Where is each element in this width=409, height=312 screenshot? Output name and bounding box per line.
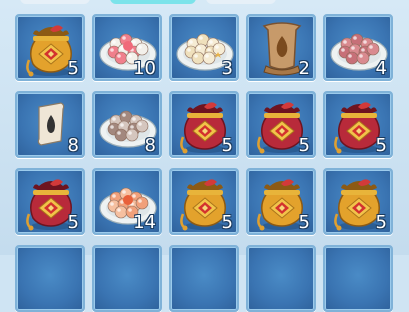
- item-count: 5: [375, 212, 387, 233]
- top-tab-active[interactable]: [110, 0, 196, 4]
- item-count: 5: [298, 135, 310, 156]
- inventory-slot[interactable]: [323, 245, 393, 312]
- item-count: 8: [144, 135, 156, 156]
- inventory-slot[interactable]: 5: [246, 91, 316, 158]
- item-count: 10: [133, 58, 156, 79]
- inventory-slot[interactable]: 5: [15, 14, 85, 81]
- item-count: 4: [375, 58, 387, 79]
- item-count: 2: [298, 58, 310, 79]
- inventory-slot[interactable]: 4: [323, 14, 393, 81]
- inventory-slot[interactable]: 5: [169, 91, 239, 158]
- item-count: 5: [221, 212, 233, 233]
- top-tab-left[interactable]: [20, 0, 90, 4]
- item-count: 5: [67, 212, 79, 233]
- inventory-slot[interactable]: 8: [92, 91, 162, 158]
- top-tab-right[interactable]: [206, 0, 276, 4]
- inventory-slot[interactable]: 5: [323, 168, 393, 235]
- item-count: 3: [221, 58, 233, 79]
- inventory-slot[interactable]: 5: [323, 91, 393, 158]
- item-count: 5: [67, 58, 79, 79]
- inventory-slot[interactable]: [15, 245, 85, 312]
- inventory-slot[interactable]: 10: [92, 14, 162, 81]
- item-count: 5: [221, 135, 233, 156]
- inventory-slot[interactable]: 2: [246, 14, 316, 81]
- inventory-slot[interactable]: 5: [15, 168, 85, 235]
- inventory-slot[interactable]: 5: [246, 168, 316, 235]
- inventory-slot[interactable]: 8: [15, 91, 85, 158]
- inventory-slot[interactable]: [169, 245, 239, 312]
- inventory-slot[interactable]: 3: [169, 14, 239, 81]
- inventory-slot[interactable]: [92, 245, 162, 312]
- item-count: 8: [67, 135, 79, 156]
- inventory-slot[interactable]: [246, 245, 316, 312]
- item-count: 14: [133, 212, 156, 233]
- item-count: 5: [375, 135, 387, 156]
- inventory-slot[interactable]: 14: [92, 168, 162, 235]
- item-count: 5: [298, 212, 310, 233]
- inventory-slot[interactable]: 5: [169, 168, 239, 235]
